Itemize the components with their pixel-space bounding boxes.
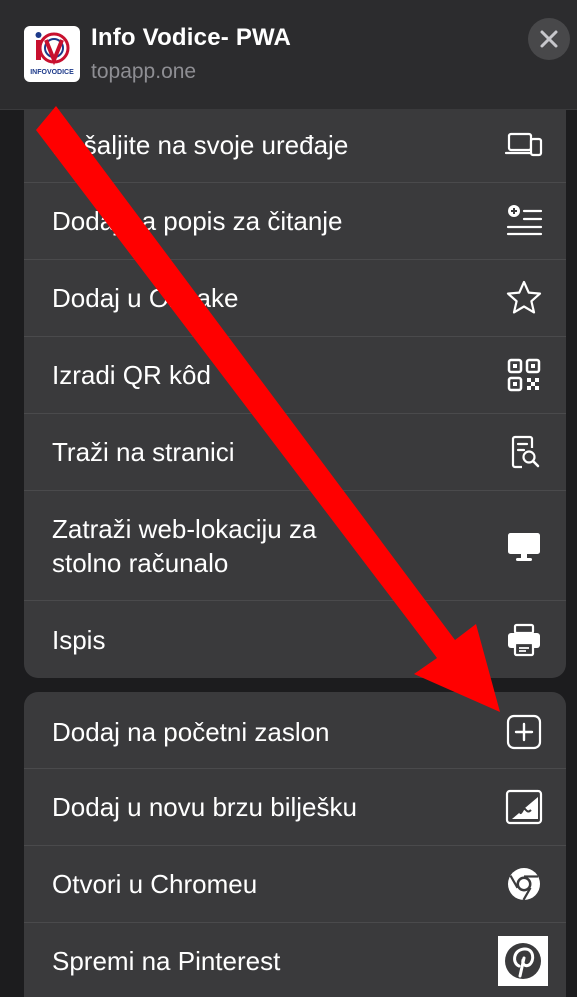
menu-item-label: Dodaj u novu brzu bilješku [52, 792, 357, 822]
app-title: Info Vodice- PWA [91, 24, 292, 51]
menu-item-reading-list[interactable]: Dodaj na popis za čitanje [24, 183, 566, 260]
app-logo: INFOVODICE [24, 26, 80, 82]
menu-item-add-to-home-screen[interactable]: Dodaj na početni zaslon [24, 692, 566, 769]
star-icon [504, 278, 544, 318]
menu-item-print[interactable]: Ispis [24, 601, 566, 678]
menu-item-save-to-pinterest[interactable]: Spremi na Pinterest [24, 923, 566, 997]
share-sheet-header: INFOVODICE Info Vodice- PWA topapp.one [0, 0, 577, 110]
menu-item-quick-note[interactable]: Dodaj u novu brzu bilješku [24, 769, 566, 846]
menu-item-label: Traži na stranici [52, 437, 235, 467]
pinterest-icon [498, 936, 548, 986]
logo-text: INFOVODICE [30, 69, 74, 76]
menu-group-primary: Pošaljite na svoje uređaje Dodaj na popi… [24, 110, 566, 678]
backdrop-left [0, 110, 24, 997]
menu-item-label: Dodaj na početni zaslon [52, 717, 330, 747]
app-url: topapp.one [91, 60, 197, 83]
quick-note-icon [504, 787, 544, 827]
qr-code-icon [504, 355, 544, 395]
menu-item-create-qr-code[interactable]: Izradi QR kôd [24, 337, 566, 414]
reading-list-icon [504, 201, 544, 241]
backdrop-right [566, 110, 577, 997]
menu-item-label: Otvori u Chromeu [52, 869, 258, 899]
menu-item-label: Izradi QR kôd [52, 360, 211, 390]
menu-item-send-to-devices[interactable]: Pošaljite na svoje uređaje [24, 110, 566, 183]
menu-item-find-in-page[interactable]: Traži na stranici [24, 414, 566, 491]
find-in-page-icon [504, 432, 544, 472]
menu-item-label: Spremi na Pinterest [52, 946, 281, 976]
menu-item-open-in-chrome[interactable]: Otvori u Chromeu [24, 846, 566, 923]
menu-item-add-bookmark[interactable]: Dodaj u Oznake [24, 260, 566, 337]
printer-icon [504, 620, 544, 660]
add-square-icon [504, 712, 544, 752]
menu-item-label: Pošaljite na svoje uređaje [52, 130, 349, 160]
desktop-icon [504, 526, 544, 566]
chrome-icon [504, 864, 544, 904]
menu-item-request-desktop-site[interactable]: Zatraži web-lokaciju za stolno računalo [24, 491, 566, 601]
close-button[interactable] [528, 18, 570, 60]
menu-item-label: Dodaj na popis za čitanje [52, 206, 343, 236]
menu-item-label: Zatraži web-lokaciju za stolno računalo [52, 513, 317, 578]
menu-item-label: Ispis [52, 624, 106, 655]
devices-icon [504, 125, 544, 165]
close-icon [540, 30, 558, 48]
menu-item-label: Dodaj u Oznake [52, 283, 239, 313]
menu-group-secondary: Dodaj na početni zaslon Dodaj u novu brz… [24, 692, 566, 997]
